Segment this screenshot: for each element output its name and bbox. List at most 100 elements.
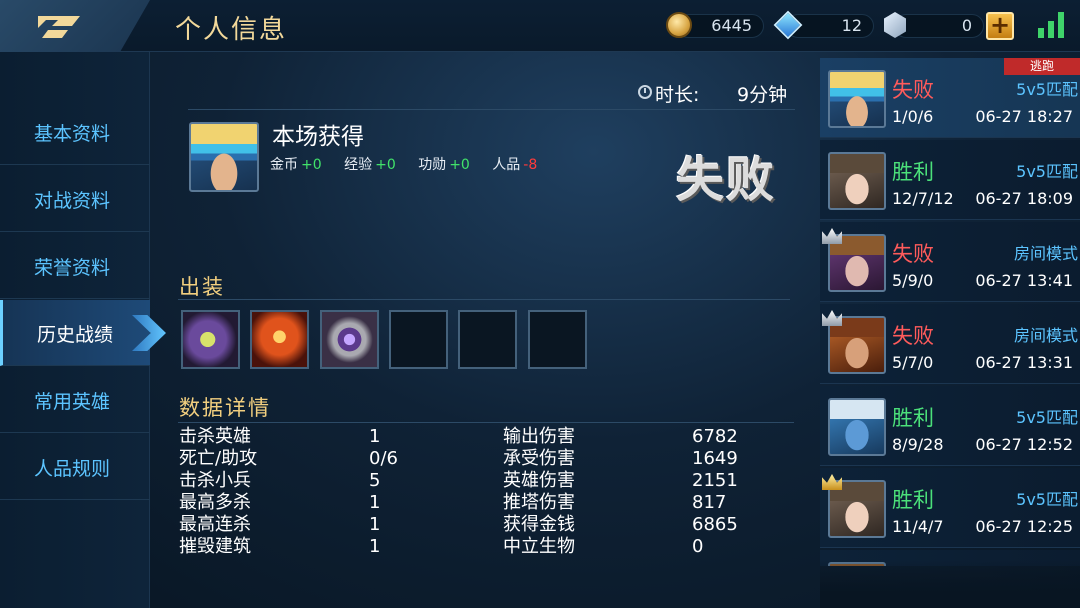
- stat-value: 6782: [692, 426, 738, 447]
- match-history-item[interactable]: 失败 房间模式 5/9/0 06-27 13:41: [820, 222, 1080, 302]
- equipment-slot-2[interactable]: [250, 310, 309, 369]
- equipment-slot-3[interactable]: [320, 310, 379, 369]
- equipment-slot-4[interactable]: [389, 310, 448, 369]
- sidebar: 基本资料 对战资料 荣誉资料 历史战绩 常用英雄 人品规则: [0, 52, 166, 608]
- sidebar-item-match-history[interactable]: 历史战绩: [0, 300, 166, 366]
- clock-icon: [638, 85, 652, 99]
- match-result: 失败: [892, 78, 934, 102]
- back-button[interactable]: [0, 0, 150, 52]
- equipment-slot-1[interactable]: [181, 310, 240, 369]
- stat-value: 5: [369, 470, 381, 491]
- gold-crown-icon: [822, 474, 842, 490]
- stats-title: 数据详情: [179, 396, 271, 420]
- sidebar-item-honor-info[interactable]: 荣誉资料: [0, 233, 150, 299]
- divider: [188, 109, 795, 110]
- stat-label: 英雄伤害: [503, 470, 575, 491]
- duration-label: 时长:: [655, 84, 700, 106]
- stat-label: 击杀英雄: [179, 426, 251, 447]
- stat-label: 击杀小兵: [179, 470, 251, 491]
- sidebar-item-label: 荣誉资料: [34, 257, 111, 279]
- match-history-item[interactable]: 逃跑 失败 5v5匹配 1/0/6 06-27 18:27: [820, 58, 1080, 138]
- reward-gold-label: 金币: [270, 157, 298, 173]
- hero-portrait: [828, 398, 886, 456]
- reward-merit-value: +0: [449, 157, 470, 173]
- voucher-amount: 0: [961, 16, 972, 35]
- match-history-item[interactable]: 胜利 5v5匹配 8/9/28 06-27 12:52: [820, 386, 1080, 466]
- signal-bars-icon: [1038, 12, 1068, 38]
- match-history-item[interactable]: 失败 房间模式 5/7/0 06-27 13:31: [820, 304, 1080, 384]
- divider: [178, 299, 790, 300]
- stat-label: 输出伤害: [503, 426, 575, 447]
- diamond-amount: 12: [841, 16, 862, 35]
- match-time: 06-27 13:31: [975, 353, 1073, 372]
- reward-merit-label: 功勋: [418, 157, 447, 173]
- match-mode: 房间模式: [1013, 244, 1078, 263]
- stat-value: 0/6: [369, 448, 398, 469]
- active-arrow-icon: [132, 315, 166, 351]
- hero-portrait: [828, 152, 886, 210]
- sidebar-item-label: 人品规则: [34, 458, 111, 480]
- match-result: 失败: [892, 324, 934, 348]
- duration-value: 9分钟: [737, 84, 788, 106]
- match-mode: 5v5匹配: [1016, 80, 1078, 99]
- recharge-button[interactable]: +: [986, 12, 1014, 40]
- match-kda: 5/9/0: [892, 271, 934, 290]
- sidebar-item-common-heroes[interactable]: 常用英雄: [0, 367, 150, 433]
- match-time: 06-27 12:52: [975, 435, 1073, 454]
- reward-exp-label: 经验: [344, 157, 373, 173]
- match-time: 06-27 18:09: [975, 189, 1073, 208]
- stat-value: 0: [692, 536, 704, 557]
- match-history-item[interactable]: 胜利 5v5匹配 12/7/12 06-27 18:09: [820, 140, 1080, 220]
- match-kda: 5/7/0: [892, 353, 934, 372]
- equipment-title: 出装: [179, 275, 225, 299]
- gold-amount: 6445: [711, 16, 752, 35]
- stat-label: 中立生物: [503, 536, 575, 557]
- sidebar-item-battle-info[interactable]: 对战资料: [0, 166, 150, 232]
- hero-portrait: [189, 122, 259, 192]
- stat-label: 最高连杀: [179, 514, 251, 535]
- divider: [178, 422, 794, 423]
- match-result: 胜利: [892, 406, 934, 430]
- stat-value: 2151: [692, 470, 738, 491]
- stat-label: 死亡/助攻: [179, 448, 258, 469]
- reward-exp-value: +0: [375, 157, 396, 173]
- stat-value: 1: [369, 492, 381, 513]
- top-bar: 个人信息 6445 12 0 +: [0, 0, 1080, 52]
- stat-value: 1: [369, 426, 381, 447]
- sidebar-item-basic-info[interactable]: 基本资料: [0, 99, 150, 165]
- sidebar-item-label: 对战资料: [34, 190, 111, 212]
- flee-tag: 逃跑: [1004, 58, 1080, 75]
- silver-crown-icon: [822, 310, 842, 326]
- reward-credit-value: -8: [523, 157, 538, 173]
- match-history-item[interactable]: 胜利 5v5匹配 11/4/7 06-27 12:25: [820, 468, 1080, 548]
- match-time: 06-27 18:27: [975, 107, 1073, 126]
- match-result: 胜利: [892, 160, 934, 184]
- back-arrow-icon: [38, 16, 80, 38]
- page-title: 个人信息: [175, 15, 288, 45]
- match-time: 06-27 13:41: [975, 271, 1073, 290]
- sidebar-item-credit-rules[interactable]: 人品规则: [0, 434, 150, 500]
- silver-crown-icon: [822, 228, 842, 244]
- stat-label: 获得金钱: [503, 514, 575, 535]
- match-mode: 5v5匹配: [1016, 162, 1078, 181]
- gold-coin-icon: [666, 12, 692, 38]
- match-kda: 12/7/12: [892, 189, 954, 208]
- reward-title: 本场获得: [272, 124, 364, 150]
- stat-label: 摧毁建筑: [179, 536, 251, 557]
- match-kda: 1/0/6: [892, 107, 934, 126]
- stat-label: 最高多杀: [179, 492, 251, 513]
- list-fade: [820, 560, 1080, 608]
- match-mode: 5v5匹配: [1016, 408, 1078, 427]
- sidebar-item-label: 历史战绩: [37, 324, 114, 346]
- equipment-slot-5[interactable]: [458, 310, 517, 369]
- equipment-slot-6[interactable]: [528, 310, 587, 369]
- match-kda: 11/4/7: [892, 517, 944, 536]
- stat-label: 承受伤害: [503, 448, 575, 469]
- stat-value: 1: [369, 514, 381, 535]
- match-history-list[interactable]: 逃跑 失败 5v5匹配 1/0/6 06-27 18:27 胜利 5v5匹配 1…: [820, 58, 1080, 566]
- stat-label: 推塔伤害: [503, 492, 575, 513]
- hero-portrait: [828, 70, 886, 128]
- reward-credit-label: 人品: [492, 157, 521, 173]
- match-result: 胜利: [892, 488, 934, 512]
- stat-value: 1649: [692, 448, 738, 469]
